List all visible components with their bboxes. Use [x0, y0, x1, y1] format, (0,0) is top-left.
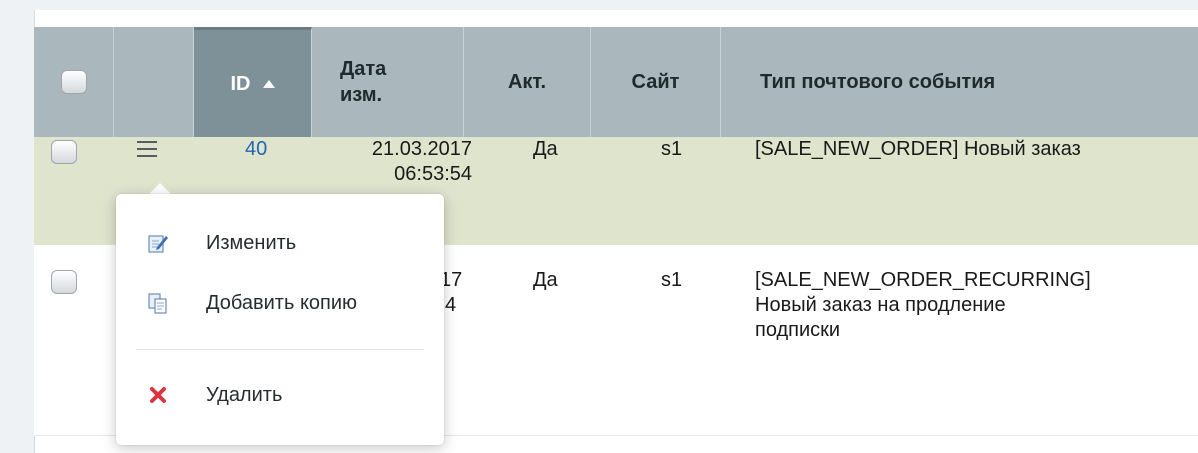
row-id[interactable]: 40 — [245, 137, 267, 162]
header-id[interactable]: ID — [194, 27, 312, 137]
row-site: s1 — [661, 138, 683, 160]
row-date: 21.03.2017 06:53:54 — [329, 137, 472, 187]
header-date[interactable]: Дата изм. — [312, 27, 464, 137]
select-all-checkbox[interactable] — [60, 70, 87, 94]
header-date-line1: Дата — [340, 58, 387, 80]
header-active-label: Акт. — [507, 71, 547, 93]
row-site: s1 — [661, 269, 683, 291]
menu-separator — [136, 349, 424, 350]
header-active[interactable]: Акт. — [464, 27, 591, 137]
row-checkbox[interactable] — [51, 140, 77, 164]
header-id-label: ID — [230, 72, 251, 95]
menu-item-label: Добавить копию — [206, 291, 358, 314]
menu-item-label: Удалить — [206, 383, 283, 406]
row-event-type-line3: подписки — [755, 319, 841, 341]
header-date-line2: изм. — [340, 84, 383, 106]
row-date-line1: 21.03.2017 — [371, 138, 472, 160]
row-active: Да — [533, 138, 558, 160]
header-site-label: Сайт — [631, 71, 680, 93]
row-menu-icon[interactable] — [137, 141, 157, 157]
row-event-type-line1: [SALE_NEW_ORDER_RECURRING] — [755, 269, 1091, 291]
header-event-type-label: Тип почтового события — [760, 71, 996, 93]
row-event-type: [SALE_NEW_ORDER] Новый заказ — [755, 138, 1081, 160]
table-header: ID Дата изм. Акт. Сайт Тип почтового соб… — [34, 27, 1198, 137]
header-event-type[interactable]: Тип почтового события — [721, 27, 1198, 137]
sort-ascending-icon — [262, 79, 275, 88]
delete-icon — [147, 384, 169, 406]
header-actions-cell — [114, 27, 194, 137]
row-checkbox[interactable] — [51, 270, 77, 294]
row-id-link[interactable]: 40 — [245, 138, 267, 160]
menu-item-copy[interactable]: Добавить копию — [116, 278, 444, 328]
menu-item-label: Изменить — [206, 231, 297, 254]
copy-icon — [147, 292, 169, 314]
menu-item-delete[interactable]: Удалить — [116, 370, 444, 420]
row-event-type: [SALE_NEW_ORDER_RECURRING] Новый заказ н… — [755, 268, 1091, 343]
row-active: Да — [533, 269, 558, 291]
menu-item-edit[interactable]: Изменить — [116, 218, 444, 268]
row-date-line2: 06:53:54 — [394, 163, 472, 185]
edit-icon — [147, 232, 169, 254]
row-context-menu: Изменить Добавить копию Удалить — [116, 194, 444, 445]
row-event-type-line2: Новый заказ на продление — [755, 294, 1006, 316]
header-select-all-cell — [34, 27, 114, 137]
header-site[interactable]: Сайт — [591, 27, 721, 137]
